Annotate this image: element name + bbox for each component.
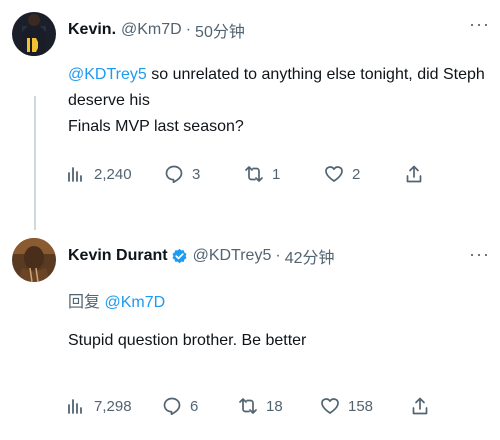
- display-name[interactable]: Kevin Durant: [68, 247, 168, 265]
- avatar[interactable]: [12, 12, 56, 56]
- thread-line: [34, 96, 36, 230]
- handle[interactable]: @Km7D: [121, 21, 182, 39]
- separator: ·: [185, 21, 192, 38]
- tweet-header: Kevin Durant @KDTrey5 · 42分钟: [68, 244, 335, 268]
- tweet-text-line2: Finals MVP last season?: [68, 118, 244, 135]
- reply-count: 3: [192, 165, 201, 183]
- like-count: 2: [352, 165, 361, 183]
- reply-icon: [165, 165, 183, 184]
- reply-count: 6: [190, 397, 199, 415]
- more-options-icon[interactable]: ···: [469, 14, 490, 35]
- replying-prefix: 回复: [68, 294, 105, 311]
- share-button[interactable]: [404, 164, 424, 184]
- reply-button[interactable]: 6: [162, 396, 238, 416]
- like-button[interactable]: 2: [324, 164, 404, 184]
- views-count: 2,240: [94, 165, 132, 183]
- share-icon: [412, 397, 428, 415]
- timestamp[interactable]: 42分钟: [285, 244, 335, 268]
- retweet-button[interactable]: 18: [238, 396, 320, 416]
- retweet-count: 18: [266, 397, 283, 415]
- views-button[interactable]: 7,298: [66, 396, 162, 416]
- tweet-text: @KDTrey5 so unrelated to anything else t…: [68, 62, 488, 140]
- retweet-icon: [245, 166, 263, 182]
- heart-icon: [321, 398, 339, 414]
- tweet-1[interactable]: Kevin. @Km7D · 50分钟 ··· @KDTrey5 so unre…: [0, 0, 500, 230]
- avatar[interactable]: [12, 238, 56, 282]
- retweet-count: 1: [272, 165, 281, 183]
- handle[interactable]: @KDTrey5: [193, 247, 272, 265]
- retweet-button[interactable]: 1: [244, 164, 324, 184]
- like-button[interactable]: 158: [320, 396, 410, 416]
- views-button[interactable]: 2,240: [66, 164, 164, 184]
- reply-icon: [163, 397, 181, 416]
- tweet-text: Stupid question brother. Be better: [68, 332, 307, 349]
- action-bar: 7,298 6 18 158: [66, 396, 430, 416]
- share-button[interactable]: [410, 396, 430, 416]
- tweet-header: Kevin. @Km7D · 50分钟: [68, 18, 245, 42]
- more-options-icon[interactable]: ···: [469, 244, 490, 265]
- heart-icon: [325, 166, 343, 182]
- like-count: 158: [348, 397, 374, 415]
- action-bar: 2,240 3 1 2: [66, 164, 424, 184]
- reply-button[interactable]: 3: [164, 164, 244, 184]
- display-name[interactable]: Kevin.: [68, 21, 116, 39]
- views-icon: [68, 167, 82, 182]
- tweet-2[interactable]: Kevin Durant @KDTrey5 · 42分钟 ··· 回复 @Km7…: [0, 230, 500, 440]
- timestamp[interactable]: 50分钟: [195, 18, 245, 42]
- views-icon: [68, 399, 82, 414]
- share-icon: [406, 165, 422, 183]
- verified-badge-icon: [172, 248, 187, 263]
- replying-to: 回复 @Km7D: [68, 288, 165, 312]
- retweet-icon: [239, 398, 257, 414]
- views-count: 7,298: [94, 397, 132, 415]
- replying-to-link[interactable]: @Km7D: [104, 294, 165, 311]
- separator: ·: [275, 247, 281, 264]
- mention-link[interactable]: @KDTrey5: [68, 66, 147, 83]
